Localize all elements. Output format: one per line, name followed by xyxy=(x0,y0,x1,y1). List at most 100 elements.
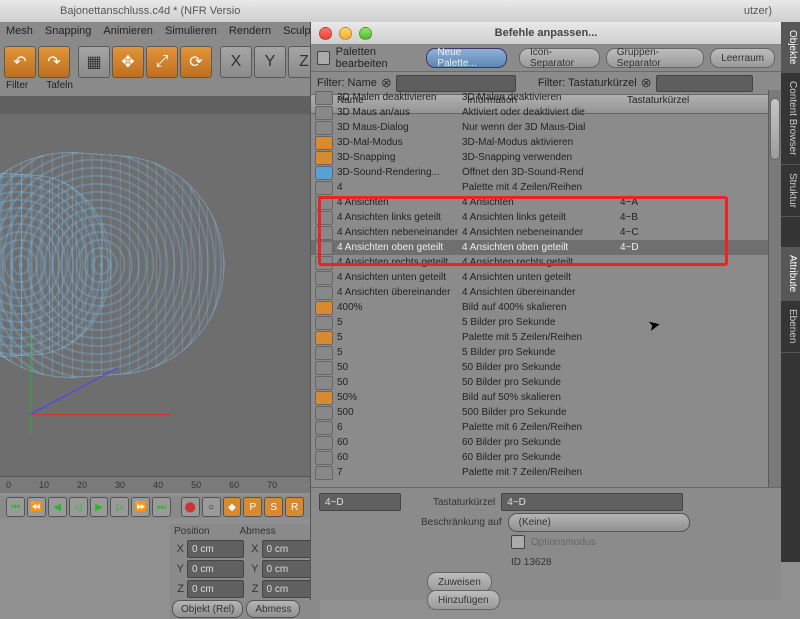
rotate-tool-button[interactable]: ⟳ xyxy=(180,46,212,78)
axis-y[interactable] xyxy=(30,334,31,434)
tab-objects[interactable]: Objekte xyxy=(780,22,800,73)
axis-y-button[interactable]: Y xyxy=(254,46,286,78)
table-row[interactable]: 6060 Bilder pro Sekunde xyxy=(311,450,769,465)
autokey-button[interactable]: ○ xyxy=(202,497,221,517)
step-back-key-button[interactable]: ⏪ xyxy=(27,497,46,517)
table-scrollbar[interactable] xyxy=(768,90,781,496)
table-row[interactable]: 5050 Bilder pro Sekunde xyxy=(311,375,769,390)
add-button[interactable]: Hinzufügen xyxy=(427,590,500,610)
table-row[interactable]: 7Palette mit 7 Zeilen/Reihen xyxy=(311,465,769,480)
record-button[interactable]: ⬤ xyxy=(181,497,200,517)
main-titlebar: Bajonettanschluss.c4d * (NFR Versio utze… xyxy=(0,0,800,23)
viewport-menubar xyxy=(0,96,310,114)
table-row[interactable]: 55 Bilder pro Sekunde xyxy=(311,315,769,330)
filter-name-input[interactable] xyxy=(396,75,516,92)
play-back-button[interactable]: ◁ xyxy=(69,497,88,517)
redo-button[interactable]: ↷ xyxy=(38,46,70,78)
table-row[interactable]: 4 Ansichten übereinander4 Ansichten über… xyxy=(311,285,769,300)
key-p-button[interactable]: P xyxy=(243,497,262,517)
pos-y-field[interactable]: 0 cm xyxy=(187,560,244,578)
clear-name-filter-icon[interactable]: ⊗ xyxy=(381,75,392,91)
command-table[interactable]: 3D Malen deaktivieren3D Malen deaktivier… xyxy=(311,90,769,496)
icon-separator-button[interactable]: Icon-Separator xyxy=(519,48,600,68)
menu-animate[interactable]: Animieren xyxy=(103,25,153,37)
axis-x-button[interactable]: X xyxy=(220,46,252,78)
assign-button[interactable]: Zuweisen xyxy=(427,572,492,592)
table-row[interactable]: 3D Malen deaktivieren3D Malen deaktivier… xyxy=(311,90,769,105)
step-fwd-key-button[interactable]: ⏩ xyxy=(131,497,150,517)
new-palette-button[interactable]: Neue Palette... xyxy=(426,48,507,68)
table-row[interactable]: 4 Ansichten4 Ansichten4~A xyxy=(311,195,769,210)
axis-x[interactable] xyxy=(30,414,170,415)
scrollbar-thumb[interactable] xyxy=(770,98,780,160)
table-row[interactable]: 6060 Bilder pro Sekunde xyxy=(311,435,769,450)
command-info: 4 Ansichten rechts geteilt xyxy=(462,257,620,268)
key-s-button[interactable]: S xyxy=(264,497,283,517)
command-name: 3D-Snapping xyxy=(337,152,462,163)
undo-button[interactable]: ↶ xyxy=(4,46,36,78)
goto-end-button[interactable]: ⏭ xyxy=(152,497,171,517)
menu-render[interactable]: Rendern xyxy=(229,25,271,37)
shortcut-input[interactable]: 4~D xyxy=(501,493,683,511)
table-row[interactable]: 4 Ansichten rechts geteilt4 Ansichten re… xyxy=(311,255,769,270)
table-row[interactable]: 3D Maus an/ausAktiviert oder deaktiviert… xyxy=(311,105,769,120)
key-r-button[interactable]: R xyxy=(285,497,304,517)
pos-z-field[interactable]: 0 cm xyxy=(187,580,244,598)
viewport[interactable] xyxy=(0,96,310,476)
table-row[interactable]: 3D-Snapping3D-Snapping verwenden xyxy=(311,150,769,165)
pos-x-field[interactable]: 0 cm xyxy=(187,540,244,558)
tick: 20 xyxy=(77,480,87,490)
tab-attributes[interactable]: Attribute xyxy=(780,247,800,301)
play-button[interactable]: ▶ xyxy=(90,497,109,517)
tab-content-browser[interactable]: Content Browser xyxy=(780,73,800,164)
coord-mode-select[interactable]: Objekt (Rel) xyxy=(172,600,243,618)
dialog-title: Befehle anpassen... xyxy=(311,27,781,39)
tab-structure[interactable]: Struktur xyxy=(780,165,800,217)
table-row[interactable]: 50%Bild auf 50% skalieren xyxy=(311,390,769,405)
table-row[interactable]: 500500 Bilder pro Sekunde xyxy=(311,405,769,420)
menu-snapping[interactable]: Snapping xyxy=(45,25,92,37)
table-row[interactable]: 4 Ansichten links geteilt4 Ansichten lin… xyxy=(311,210,769,225)
restrict-select[interactable]: (Keine) xyxy=(508,513,690,532)
clear-key-filter-icon[interactable]: ⊗ xyxy=(641,75,652,91)
table-row[interactable]: 4 Ansichten nebeneinander4 Ansichten neb… xyxy=(311,225,769,240)
label-z: Z xyxy=(172,583,184,595)
command-name: 7 xyxy=(337,467,462,478)
timeline-ruler[interactable]: 0 10 20 30 40 50 60 70 xyxy=(0,476,310,493)
table-row[interactable]: 5Palette mit 5 Zeilen/Reihen xyxy=(311,330,769,345)
table-row[interactable]: 3D Maus-DialogNur wenn der 3D Maus-Dial xyxy=(311,120,769,135)
menu-mesh[interactable]: Mesh xyxy=(6,25,33,37)
filter-key-input[interactable] xyxy=(656,75,753,92)
options-mode-checkbox[interactable] xyxy=(511,535,525,549)
size-mode-select[interactable]: Abmess xyxy=(246,600,300,618)
scale-tool-button[interactable]: ⤢ xyxy=(146,46,178,78)
table-row[interactable]: 3D-Mal-Modus3D-Mal-Modus aktivieren xyxy=(311,135,769,150)
goto-start-button[interactable]: ⏮ xyxy=(6,497,25,517)
table-row[interactable]: 3D-Sound-Rendering...Öffnet den 3D-Sound… xyxy=(311,165,769,180)
command-icon xyxy=(315,346,333,360)
shortcut-display-field[interactable]: 4~D xyxy=(319,493,401,511)
menu-simulate[interactable]: Simulieren xyxy=(165,25,217,37)
command-name: 5 xyxy=(337,317,462,328)
select-tool-button[interactable]: ▦ xyxy=(78,46,110,78)
viewport-canvas[interactable] xyxy=(0,114,310,476)
table-row[interactable]: 6Palette mit 6 Zeilen/Reihen xyxy=(311,420,769,435)
step-fwd-button[interactable]: ▷ xyxy=(110,497,129,517)
move-tool-button[interactable]: ✥ xyxy=(112,46,144,78)
table-row[interactable]: 4 Ansichten unten geteilt4 Ansichten unt… xyxy=(311,270,769,285)
command-icon xyxy=(315,406,333,420)
mode-panels[interactable]: Tafeln xyxy=(46,80,73,96)
group-separator-button[interactable]: Gruppen-Separator xyxy=(606,48,704,68)
tab-layers[interactable]: Ebenen xyxy=(780,301,800,352)
edit-palettes-checkbox[interactable] xyxy=(317,51,330,65)
table-row[interactable]: 5050 Bilder pro Sekunde xyxy=(311,360,769,375)
table-row[interactable]: 400%Bild auf 400% skalieren xyxy=(311,300,769,315)
step-back-button[interactable]: ◀ xyxy=(48,497,67,517)
spacer-button[interactable]: Leerraum xyxy=(710,48,775,68)
command-icon xyxy=(315,241,333,255)
table-row[interactable]: 4Palette mit 4 Zeilen/Reihen xyxy=(311,180,769,195)
keyframe-button[interactable]: ◆ xyxy=(223,497,242,517)
mode-filter[interactable]: Filter xyxy=(6,80,28,96)
table-row[interactable]: 4 Ansichten oben geteilt4 Ansichten oben… xyxy=(311,240,769,255)
table-row[interactable]: 55 Bilder pro Sekunde xyxy=(311,345,769,360)
